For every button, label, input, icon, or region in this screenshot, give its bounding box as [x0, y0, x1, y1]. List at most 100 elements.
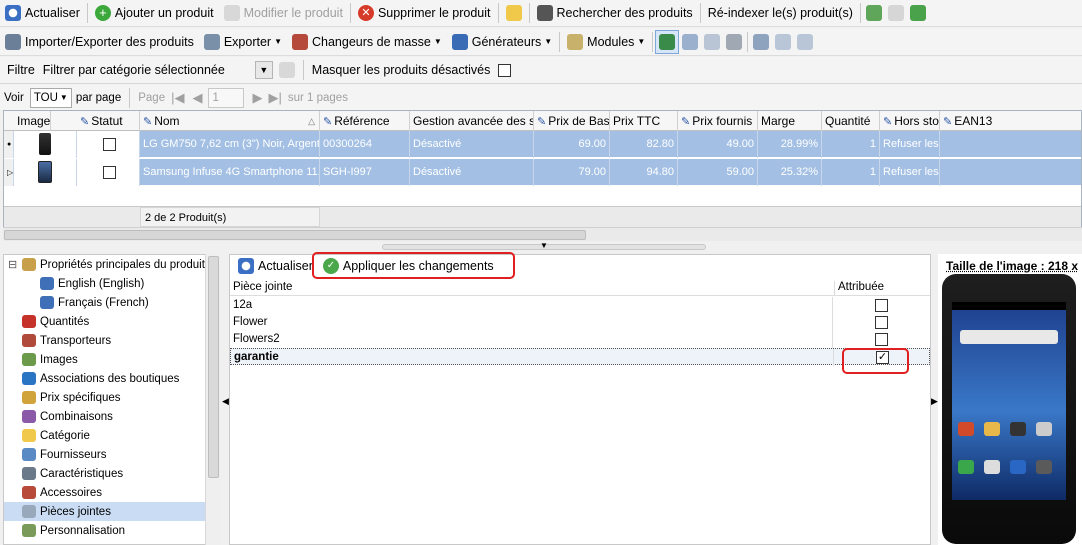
column-stock-management[interactable]: Gestion avancée des sto	[410, 111, 534, 131]
tree-item[interactable]: Transporteurs	[4, 331, 220, 350]
reindex-button[interactable]: Ré-indexer le(s) produit(s)	[703, 1, 858, 25]
assigned-checkbox[interactable]	[875, 299, 888, 312]
mass-change-button[interactable]: Changeurs de masse ▼	[287, 30, 447, 54]
next-page-button[interactable]: ▶	[252, 90, 262, 106]
price-ttc-cell[interactable]: 94.80	[610, 159, 678, 186]
status-checkbox[interactable]: ✓	[103, 138, 116, 151]
column-name[interactable]: ✎ Nom △	[140, 111, 320, 131]
export-sheet-button[interactable]	[907, 1, 929, 25]
tree-item[interactable]: English (English)	[4, 274, 220, 293]
per-page-select[interactable]: TOU ▼	[29, 87, 72, 108]
collapse-arrow-icon[interactable]: ▼	[540, 241, 548, 250]
grid-view-button[interactable]	[679, 30, 701, 54]
first-page-button[interactable]: |◀	[171, 90, 184, 106]
tree-item[interactable]: Accessoires	[4, 483, 220, 502]
hide-disabled-checkbox[interactable]	[498, 63, 512, 77]
tree-item[interactable]: Fournisseurs	[4, 445, 220, 464]
expand-button[interactable]	[723, 30, 745, 54]
copy-button[interactable]	[863, 1, 885, 25]
last-page-button[interactable]: ▶|	[268, 90, 281, 106]
column-assigned[interactable]: Attribuée	[834, 281, 884, 296]
chevron-left-icon[interactable]: ◀	[222, 396, 229, 407]
ean13-cell[interactable]	[940, 159, 1082, 186]
quantity-cell[interactable]: 1	[822, 159, 880, 186]
tree-item[interactable]: Catégorie	[4, 426, 220, 445]
grid-horizontal-scrollbar[interactable]	[3, 227, 1082, 241]
attachment-row[interactable]: 12a	[230, 297, 930, 314]
right-splitter[interactable]: ▶	[931, 254, 938, 545]
generators-button[interactable]: Générateurs ▼	[447, 30, 557, 54]
attachment-row[interactable]: Flower	[230, 314, 930, 331]
scrollbar-thumb[interactable]	[4, 230, 586, 240]
attachment-row[interactable]: Flowers2	[230, 331, 930, 348]
reference-cell[interactable]: 00300264	[320, 131, 410, 158]
tree-item[interactable]: Associations des boutiques	[4, 369, 220, 388]
splitter[interactable]: ▼	[0, 241, 1082, 253]
refresh-button[interactable]: Actualiser	[0, 1, 85, 25]
status-cell[interactable]: ✓	[77, 159, 140, 186]
column-image[interactable]: Image	[4, 111, 51, 131]
attachments-refresh-button[interactable]: Actualiser	[235, 254, 316, 278]
sort-down-button[interactable]	[794, 30, 816, 54]
column-base-price[interactable]: ✎ Prix de Base	[534, 111, 610, 131]
ean13-cell[interactable]	[940, 131, 1082, 158]
delete-product-button[interactable]: ✕ Supprimer le produit	[353, 1, 496, 25]
tree-item[interactable]: Pièces jointes	[4, 502, 220, 521]
base-price-cell[interactable]: 69.00	[534, 131, 610, 158]
filter-dropdown-button[interactable]: ▼	[254, 61, 273, 79]
column-supplier-price[interactable]: ✎ Prix fournis	[678, 111, 758, 131]
export-button[interactable]: Exporter ▼	[199, 30, 287, 54]
status-checkbox[interactable]: ✓	[103, 166, 116, 179]
edit-product-button[interactable]: Modifier le produit	[219, 1, 348, 25]
tree-item[interactable]: Combinaisons	[4, 407, 220, 426]
chevron-right-icon[interactable]: ▶	[931, 396, 938, 407]
name-cell[interactable]: LG GM750 7,62 cm (3") Noir, Argent	[140, 131, 320, 158]
column-margin[interactable]: Marge	[758, 111, 822, 131]
assigned-checkbox[interactable]	[875, 316, 888, 329]
quantity-cell[interactable]: 1	[822, 131, 880, 158]
search-products-button[interactable]: Rechercher des produits	[532, 1, 698, 25]
toggle-view-button[interactable]	[655, 29, 680, 54]
tree-item[interactable]: Personnalisation	[4, 521, 220, 540]
column-status[interactable]: ✎ Statut	[77, 111, 140, 131]
column-price-ttc[interactable]: Prix TTC	[610, 111, 678, 131]
folder-button[interactable]	[501, 1, 527, 25]
eraser-icon[interactable]	[278, 62, 295, 78]
collapse-toggle-icon[interactable]: ⊟	[8, 258, 17, 271]
tree-item[interactable]: Quantités	[4, 312, 220, 331]
reference-cell[interactable]: SGH-I997	[320, 159, 410, 186]
out-of-stock-cell[interactable]: Refuser les	[880, 131, 940, 158]
tree-item[interactable]: Images	[4, 350, 220, 369]
table-row[interactable]: ● ✓ LG GM750 7,62 cm (3") Noir, Argent 0…	[4, 131, 1081, 158]
column-attachment[interactable]: Pièce jointe	[233, 281, 292, 293]
column-ean13[interactable]: ✎ EAN13	[940, 111, 1082, 131]
sort-up-button[interactable]	[772, 30, 794, 54]
import-export-button[interactable]: Importer/Exporter des produits	[0, 30, 199, 54]
tree-item[interactable]: Caractéristiques	[4, 464, 220, 483]
price-ttc-cell[interactable]: 82.80	[610, 131, 678, 158]
modules-button[interactable]: Modules ▼	[562, 30, 650, 54]
attachment-row[interactable]: garantie ✓	[230, 348, 930, 366]
prev-page-button[interactable]: ◀	[192, 90, 202, 106]
page-number-input[interactable]: 1	[208, 87, 245, 108]
table-row[interactable]: ▷ ✓ Samsung Infuse 4G Smartphone 11,4 SG…	[4, 159, 1081, 186]
left-splitter[interactable]: ◀	[222, 254, 229, 545]
category-filter-field[interactable]: Filtrer par catégorie sélectionnée	[43, 63, 255, 77]
scrollbar-thumb[interactable]	[208, 256, 219, 478]
tree-item[interactable]: Prix spécifiques	[4, 388, 220, 407]
paste-button[interactable]	[885, 1, 907, 25]
settings-button[interactable]	[750, 30, 772, 54]
tree-item[interactable]: ⊟ Propriétés principales du produit	[4, 255, 220, 274]
stock-mgmt-cell[interactable]: Désactivé	[410, 131, 534, 158]
stock-mgmt-cell[interactable]: Désactivé	[410, 159, 534, 186]
fit-button[interactable]	[701, 30, 723, 54]
supplier-price-cell[interactable]: 49.00	[678, 131, 758, 158]
tree-vertical-scrollbar[interactable]	[205, 254, 221, 545]
tree-item[interactable]: Français (French)	[4, 293, 220, 312]
column-quantity[interactable]: Quantité	[822, 111, 880, 131]
assigned-checkbox[interactable]	[875, 333, 888, 346]
column-reference[interactable]: ✎ Référence	[320, 111, 410, 131]
base-price-cell[interactable]: 79.00	[534, 159, 610, 186]
add-product-button[interactable]: + Ajouter un produit	[90, 1, 219, 25]
out-of-stock-cell[interactable]: Refuser les	[880, 159, 940, 186]
